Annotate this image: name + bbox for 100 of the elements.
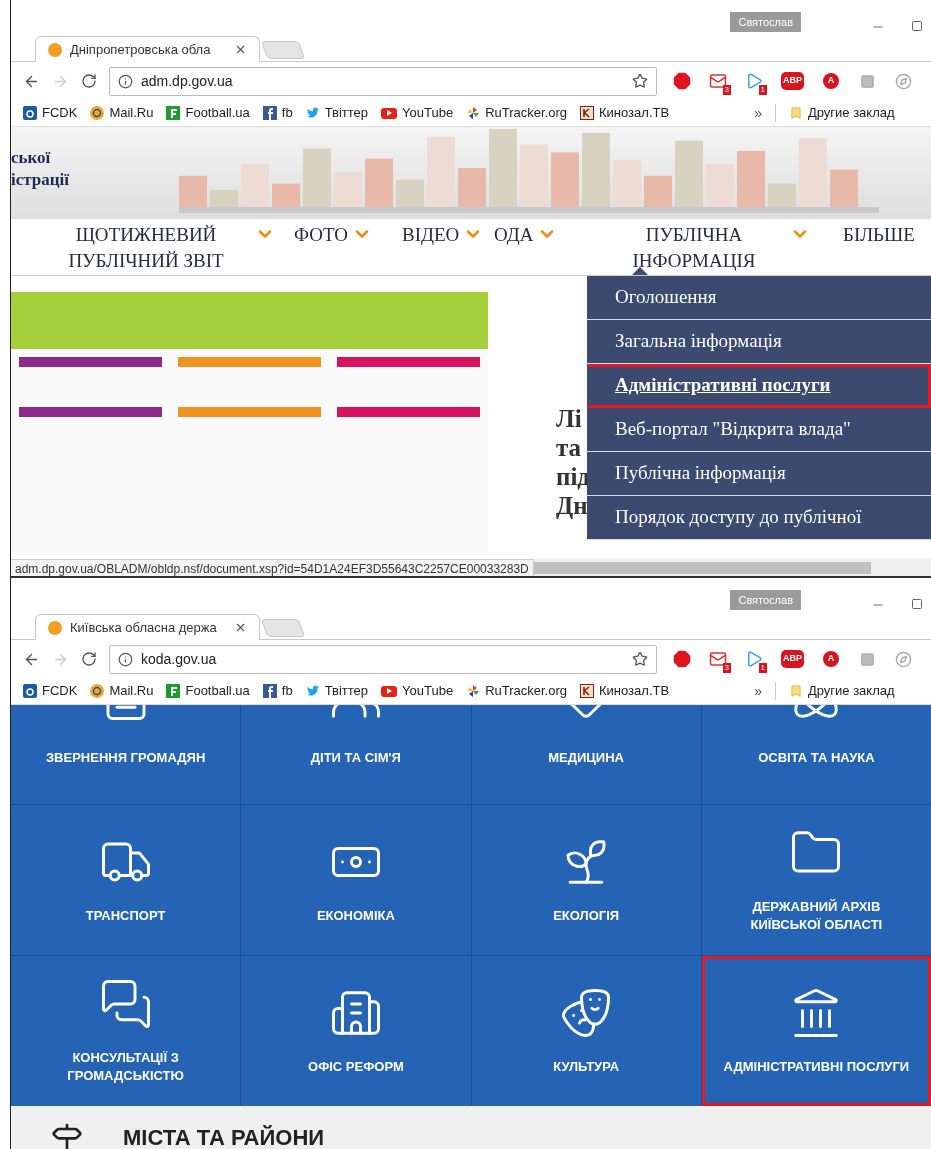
category-tile[interactable]: ОСВІТА ТА НАУКА: [701, 705, 931, 804]
tab-title: Дніпропетровська обла: [70, 40, 212, 59]
category-tile[interactable]: ЕКОЛОГІЯ: [471, 805, 701, 955]
category-tile[interactable]: КУЛЬТУРА: [471, 956, 701, 1106]
bookmark-link[interactable]: FCDK: [42, 103, 78, 123]
bookmark-link[interactable]: RuTracker.org: [485, 103, 567, 123]
extension-a-icon[interactable]: A: [823, 73, 839, 89]
close-icon[interactable]: [234, 621, 247, 634]
category-tile[interactable]: АДМІНІСТРАТИВНІ ПОСЛУГИ: [701, 956, 931, 1106]
mail-icon[interactable]: [709, 72, 727, 90]
mail-icon[interactable]: [709, 650, 727, 668]
kinozal-logo-icon: [580, 684, 594, 698]
bird-icon: [305, 106, 320, 120]
headline-text: Дн: [556, 491, 589, 520]
url-text: adm.dp.gov.ua: [141, 71, 234, 91]
extension-a-icon[interactable]: A: [823, 651, 839, 667]
section-title: МІСТА ТА РАЙОНИ: [123, 1125, 325, 1149]
nav-menu-item[interactable]: ЩОТИЖНЕВИЙ ПУБЛІЧНИЙ ЗВІТ: [41, 222, 251, 274]
tile-label: ДІТИ ТА СІМ'Я: [309, 749, 402, 767]
nav-menu-item[interactable]: ФОТО: [284, 222, 349, 248]
bookmark-link[interactable]: Кинозал.ТВ: [599, 103, 670, 123]
info-icon: [118, 651, 133, 667]
bookmark-folder[interactable]: Другие заклад: [807, 103, 895, 123]
bookmark-link[interactable]: YouTube: [402, 103, 454, 123]
category-tile[interactable]: ДІТИ ТА СІМ'Я: [241, 705, 471, 804]
dropdown-item[interactable]: Публічна інформація: [587, 452, 931, 496]
nav-menu-item[interactable]: ОДА: [484, 222, 534, 248]
nav-menu-item[interactable]: БІЛЬШЕ: [833, 222, 915, 248]
bookmark-link[interactable]: YouTube: [402, 681, 454, 701]
stop-sign-icon[interactable]: [673, 72, 691, 90]
info-icon: [118, 73, 133, 89]
nav-menu-item[interactable]: ВІДЕО: [392, 222, 460, 248]
adblock-plus-icon[interactable]: ABP: [781, 650, 804, 668]
bookmark-link[interactable]: Кинозал.ТВ: [599, 681, 670, 701]
notification-badge: 3: [722, 663, 731, 673]
maximize-icon[interactable]: [911, 20, 923, 32]
browser-tab[interactable]: Дніпропетровська обла: [35, 36, 260, 62]
dropdown-item[interactable]: Загальна інформація: [587, 320, 931, 364]
more-bookmarks-button[interactable]: »: [754, 680, 762, 702]
reload-icon[interactable]: [81, 651, 97, 667]
bookmark-link[interactable]: Football.ua: [185, 681, 250, 701]
dropdown-item[interactable]: Порядок доступу до публічної: [587, 496, 931, 540]
status-bar-url: adm.dp.gov.ua/OBLADM/obldp.nsf/document.xsp?id=54D1A24EF3D55643C2257CE00033283D: [11, 559, 534, 576]
bookmark-link[interactable]: Твіттер: [324, 681, 369, 701]
category-tile[interactable]: ДЕРЖАВНИЙ АРХІВ КИЇВСЬКОЇ ОБЛАСТІ: [701, 805, 931, 955]
address-field[interactable]: adm.dp.gov.ua: [109, 66, 657, 96]
bookmark-star-icon[interactable]: [632, 651, 648, 667]
category-tile[interactable]: МЕДИЦИНА: [471, 705, 701, 804]
bookmark-link[interactable]: fb: [281, 103, 293, 123]
dropdown-item[interactable]: Оголошення: [587, 276, 931, 320]
bookmark-link[interactable]: RuTracker.org: [485, 681, 567, 701]
bookmark-folder[interactable]: Другие заклад: [807, 681, 895, 701]
site-favicon: [48, 620, 62, 635]
site-favicon: [48, 42, 62, 57]
club-logo-icon: [23, 684, 37, 698]
facebook-icon: [262, 684, 277, 698]
bookmark-star-icon[interactable]: [632, 73, 648, 89]
category-tile[interactable]: ЕКОНОМІКА: [241, 805, 471, 955]
adblock-plus-icon[interactable]: ABP: [781, 72, 804, 90]
bookmark-link[interactable]: FCDK: [42, 681, 78, 701]
banner-subtitle: ської: [11, 147, 52, 169]
pinwheel-icon: [466, 684, 481, 698]
bookmark-link[interactable]: Football.ua: [185, 103, 250, 123]
browser-tab[interactable]: Київська обласна держа: [35, 614, 260, 640]
tab-title: Київська обласна держа: [70, 618, 218, 637]
at-sign-icon: [90, 106, 105, 120]
tile-label: ЗВЕРНЕННЯ ГРОМАДЯН: [44, 749, 207, 767]
nav-menu-item[interactable]: ПУБЛІЧНА ІНФОРМАЦІЯ: [614, 222, 774, 274]
bookmark-link[interactable]: fb: [281, 681, 293, 701]
stop-sign-icon[interactable]: [673, 650, 691, 668]
at-sign-icon: [90, 684, 105, 698]
close-icon[interactable]: [234, 43, 247, 56]
club-logo-icon: [23, 106, 37, 120]
maximize-icon[interactable]: [911, 598, 923, 610]
pinwheel-icon: [466, 106, 481, 120]
reload-icon[interactable]: [81, 73, 97, 89]
football-logo-icon: [166, 684, 181, 698]
tile-label: МЕДИЦИНА: [547, 749, 625, 767]
dropdown-item[interactable]: Веб-портал "Відкрита влада": [587, 408, 931, 452]
category-tile[interactable]: ТРАНСПОРТ: [11, 805, 241, 955]
category-tile[interactable]: КОНСУЛЬТАЦІЇ З ГРОМАДСЬКІСТЮ: [11, 956, 241, 1106]
banner-subtitle: істрації: [11, 169, 70, 191]
tile-label: ДЕРЖАВНИЙ АРХІВ КИЇВСЬКОЇ ОБЛАСТІ: [749, 898, 884, 934]
bookmark-link[interactable]: Mail.Ru: [109, 103, 154, 123]
headline-text: та: [556, 433, 583, 462]
tile-label: ОФІС РЕФОРМ: [307, 1058, 405, 1076]
more-bookmarks-button[interactable]: »: [754, 102, 762, 124]
video-play-icon: [381, 685, 398, 697]
address-field[interactable]: koda.gov.ua: [109, 644, 657, 674]
category-tile[interactable]: ЗВЕРНЕННЯ ГРОМАДЯН: [11, 705, 241, 804]
bookmark-link[interactable]: Твіттер: [324, 103, 369, 123]
kinozal-logo-icon: [580, 106, 594, 120]
headline-text: Лі: [556, 404, 583, 433]
notification-badge: 1: [758, 85, 767, 95]
dropdown-item[interactable]: Адміністративні послуги: [587, 364, 931, 408]
facebook-icon: [262, 106, 277, 120]
tile-label: КОНСУЛЬТАЦІЇ З ГРОМАДСЬКІСТЮ: [66, 1049, 185, 1085]
url-text: koda.gov.ua: [141, 649, 218, 669]
bookmark-link[interactable]: Mail.Ru: [109, 681, 154, 701]
category-tile[interactable]: ОФІС РЕФОРМ: [241, 956, 471, 1106]
